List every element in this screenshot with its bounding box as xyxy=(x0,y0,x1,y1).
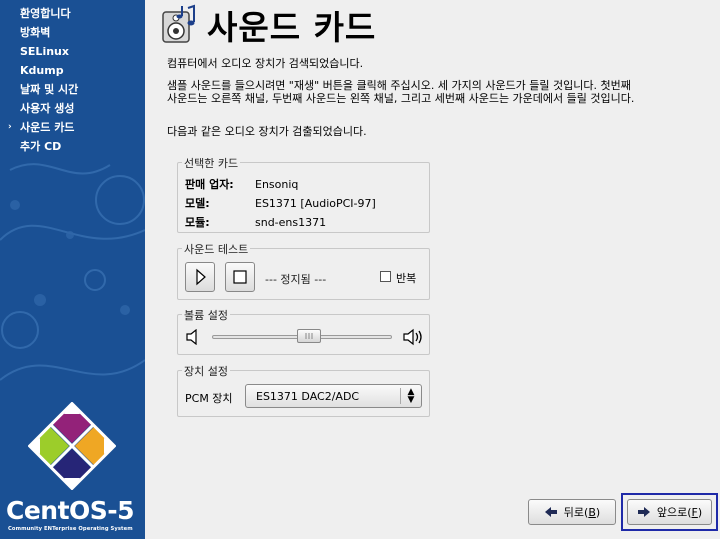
sound-test-legend: 사운드 테스트 xyxy=(182,241,251,257)
brand-area: CentOS-5 Community ENTerprise Operating … xyxy=(0,400,145,539)
volume-slider-thumb[interactable] xyxy=(296,329,321,343)
model-value: ES1371 [AudioPCI-97] xyxy=(255,197,376,210)
play-button[interactable] xyxy=(185,262,215,292)
model-label: 모델: xyxy=(185,197,210,210)
detected-text: 다음과 같은 오디오 장치가 검출되었습니다. xyxy=(167,125,367,138)
step-item-welcome: 환영합니다 xyxy=(20,7,71,20)
sound-test-group: 사운드 테스트 --- 정지됨 --- 반복 xyxy=(177,241,430,300)
module-row: 모듈: snd-ens1371 xyxy=(185,214,326,230)
current-step-marker-icon: › xyxy=(8,122,12,132)
selected-card-group: 선택한 카드 판매 업자: Ensoniq 모델: ES1371 [AudioPCI… xyxy=(177,155,430,233)
next-button[interactable]: 앞으로(F) xyxy=(627,499,712,525)
select-divider xyxy=(400,388,401,404)
volume-low-icon xyxy=(186,329,197,345)
stop-icon xyxy=(233,270,247,284)
centos-logo-icon xyxy=(28,402,116,490)
up-down-arrows-icon: ▲ ▼ xyxy=(407,387,415,405)
back-button-label: 뒤로(B) xyxy=(563,506,601,519)
play-icon xyxy=(196,268,206,286)
selected-card-legend: 선택한 카드 xyxy=(182,155,241,171)
repeat-checkbox[interactable] xyxy=(380,271,391,282)
step-item-create-user: 사용자 생성 xyxy=(20,102,75,115)
step-item-selinux: SELinux xyxy=(20,45,69,58)
step-item-sound-card: › 사운드 카드 xyxy=(0,118,145,137)
step-item-kdump: Kdump xyxy=(20,64,64,77)
model-row: 모델: ES1371 [AudioPCI-97] xyxy=(185,195,376,211)
vendor-value: Ensoniq xyxy=(255,178,299,191)
step-item-firewall: 방화벽 xyxy=(20,26,51,39)
step-list: 환영합니다 방화벽 SELinux Kdump 날짜 및 시간 사용자 생성 ›… xyxy=(0,4,145,156)
brand-tagline: Community ENTerprise Operating System xyxy=(8,526,133,532)
page-title: 사운드 카드 xyxy=(207,8,377,47)
step-item-date-time: 날짜 및 시간 xyxy=(20,83,79,96)
back-button[interactable]: 뒤로(B) xyxy=(528,499,616,525)
step-item-additional-cd: 추가 CD xyxy=(20,140,62,153)
sound-card-icon xyxy=(162,4,195,43)
volume-group: 볼륨 설정 xyxy=(177,307,430,355)
instructions-text: 샘플 사운드를 들으시려면 "재생" 버튼을 클릭해 주십시오. 세 가지의 사… xyxy=(167,79,635,105)
volume-high-icon xyxy=(403,328,422,346)
repeat-label[interactable]: 반복 xyxy=(396,270,416,286)
sidebar: 환영합니다 방화벽 SELinux Kdump 날짜 및 시간 사용자 생성 ›… xyxy=(0,0,145,539)
pcm-device-value: ES1371 DAC2/ADC xyxy=(256,390,360,403)
pcm-device-label: PCM 장치 xyxy=(185,392,233,405)
arrow-right-icon xyxy=(637,507,650,517)
slider-grip-icon xyxy=(305,333,313,339)
next-button-label: 앞으로(F) xyxy=(656,506,703,519)
main-panel: 사운드 카드 컴퓨터에서 오디오 장치가 검색되었습니다. 샘플 사운드를 들으… xyxy=(145,0,720,539)
device-settings-legend: 장치 설정 xyxy=(182,363,230,379)
vendor-row: 판매 업자: Ensoniq xyxy=(185,176,298,192)
vendor-label: 판매 업자: xyxy=(185,178,234,191)
volume-legend: 볼륨 설정 xyxy=(182,307,230,323)
arrow-left-icon xyxy=(544,507,557,517)
device-settings-group: 장치 설정 PCM 장치 ES1371 DAC2/ADC ▲ ▼ xyxy=(177,363,430,417)
module-value: snd-ens1371 xyxy=(255,216,327,229)
module-label: 모듈: xyxy=(185,216,210,229)
pcm-device-select[interactable]: ES1371 DAC2/ADC ▲ ▼ xyxy=(245,384,422,408)
stop-button[interactable] xyxy=(225,262,255,292)
brand-name: CentOS-5 xyxy=(6,496,135,525)
intro-text: 컴퓨터에서 오디오 장치가 검색되었습니다. xyxy=(167,57,364,70)
playback-status: --- 정지됨 --- xyxy=(265,273,327,286)
